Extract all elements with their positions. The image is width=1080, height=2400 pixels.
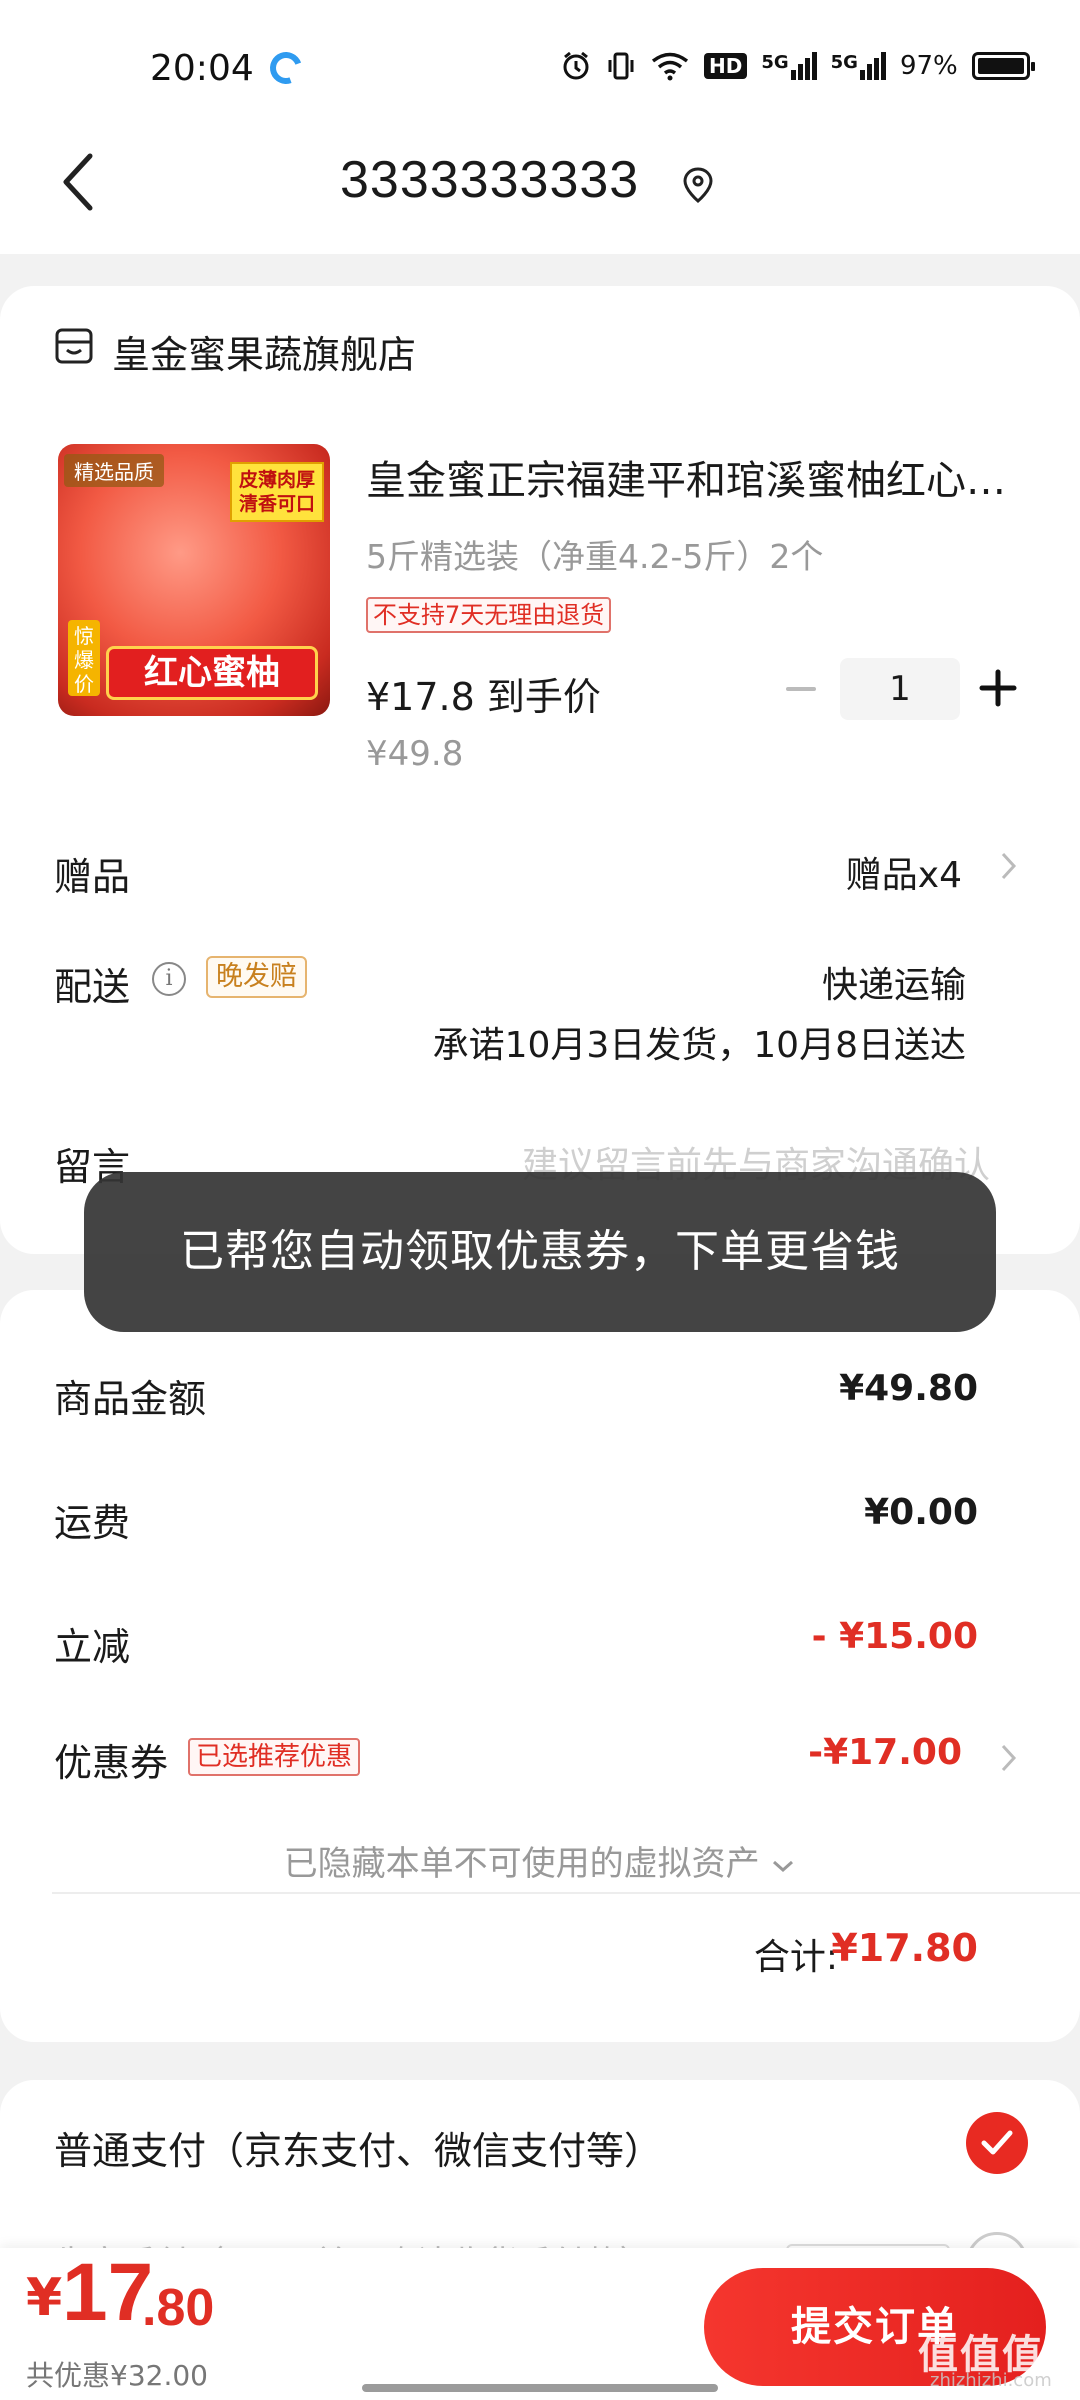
battery-percent: 97% (899, 51, 958, 81)
gift-value[interactable]: 赠品x4 (846, 846, 962, 898)
info-icon[interactable]: i (152, 962, 186, 996)
divider (52, 1892, 1080, 1894)
freight-label: 运费 (54, 1501, 131, 1545)
chevron-down-icon (773, 1860, 794, 1872)
product-image-sticker: 皮薄肉厚 清香可口 (230, 462, 324, 522)
shipping-promise: 承诺10月3日发货，10月8日送达 (432, 1025, 966, 1066)
total-savings: 共优惠¥32.00 (26, 2359, 208, 2392)
product-image-banner: 红心蜜柚 (106, 646, 318, 700)
total-amount-integer: 17 (62, 2247, 154, 2338)
discount-label: 立减 (54, 1625, 131, 1669)
checkmark-icon[interactable] (966, 2112, 1028, 2174)
location-pin-icon[interactable] (682, 166, 714, 204)
5g-signal-icon: 5G (761, 52, 817, 80)
quantity-input[interactable]: 1 (840, 658, 960, 720)
late-compensation-badge: 晚发赔 (206, 956, 307, 998)
discount-value: - ¥15.00 (811, 1616, 978, 1657)
product-original-price: ¥49.8 (366, 734, 464, 774)
order-item-card (0, 286, 1080, 1254)
total-amount-decimal: .80 (142, 2279, 215, 2337)
coupon-label: 优惠券 (54, 1741, 169, 1785)
goods-amount-value: ¥49.80 (839, 1368, 978, 1409)
increase-quantity-button[interactable] (976, 666, 1020, 710)
total-currency: ¥ (26, 2268, 63, 2328)
return-policy-tag: 不支持7天无理由退货 (366, 597, 612, 633)
5g-signal-icon: 5G (831, 52, 886, 80)
alarm-icon (563, 51, 589, 80)
coupon-value[interactable]: -¥17.00 (808, 1732, 962, 1773)
product-image[interactable]: 精选品质 皮薄肉厚 清香可口 惊爆价 红心蜜柚 (58, 444, 330, 716)
goods-amount-label: 商品金额 (54, 1377, 207, 1421)
status-icons: HD 5G 5G 97% (560, 50, 1035, 82)
chevron-right-icon[interactable] (998, 848, 1020, 884)
total-value: ¥17.80 (831, 1926, 978, 1970)
toast-message: 已帮您自动领取优惠券，下单更省钱 (84, 1172, 996, 1332)
battery-icon (971, 52, 1035, 80)
shop-icon (55, 328, 93, 364)
product-price: ¥17.8 到手价 (366, 675, 601, 719)
watermark-url: zhizhizhi.com (930, 2370, 1052, 2391)
product-title[interactable]: 皇金蜜正宗福建平和琯溪蜜柚红心蜜柚 (366, 448, 1006, 506)
status-time: 20:04 (150, 48, 254, 89)
payment-option-normal[interactable]: 普通支付（京东支付、微信支付等） (54, 2120, 662, 2175)
shipping-method: 快递运输 (821, 965, 966, 1006)
coupon-badge: 已选推荐优惠 (188, 1738, 361, 1776)
freight-value: ¥0.00 (864, 1492, 978, 1533)
shipping-label: 配送 (54, 965, 131, 1009)
gift-label: 赠品 (54, 855, 131, 899)
chevron-right-icon[interactable] (998, 1740, 1020, 1776)
wifi-icon (651, 52, 689, 81)
total-label: 合计: (753, 1937, 838, 1978)
back-arrow-icon[interactable] (60, 152, 96, 212)
hidden-assets-text: 已隐藏本单不可使用的虚拟资产 (283, 1844, 760, 1884)
shop-name[interactable]: 皇金蜜果蔬旗舰店 (112, 324, 416, 379)
product-spec: 5斤精选装（净重4.2-5斤）2个 (366, 537, 824, 576)
page-title: 3333333333 (340, 151, 640, 209)
decrease-quantity-button[interactable] (780, 668, 822, 710)
product-image-tag: 精选品质 (64, 454, 164, 487)
product-image-badge: 惊爆价 (68, 620, 100, 696)
hd-icon: HD (704, 53, 748, 79)
vibrate-icon (608, 52, 634, 80)
home-indicator[interactable] (362, 2384, 718, 2392)
hidden-assets-toggle[interactable]: 已隐藏本单不可使用的虚拟资产 (0, 1836, 1080, 1885)
